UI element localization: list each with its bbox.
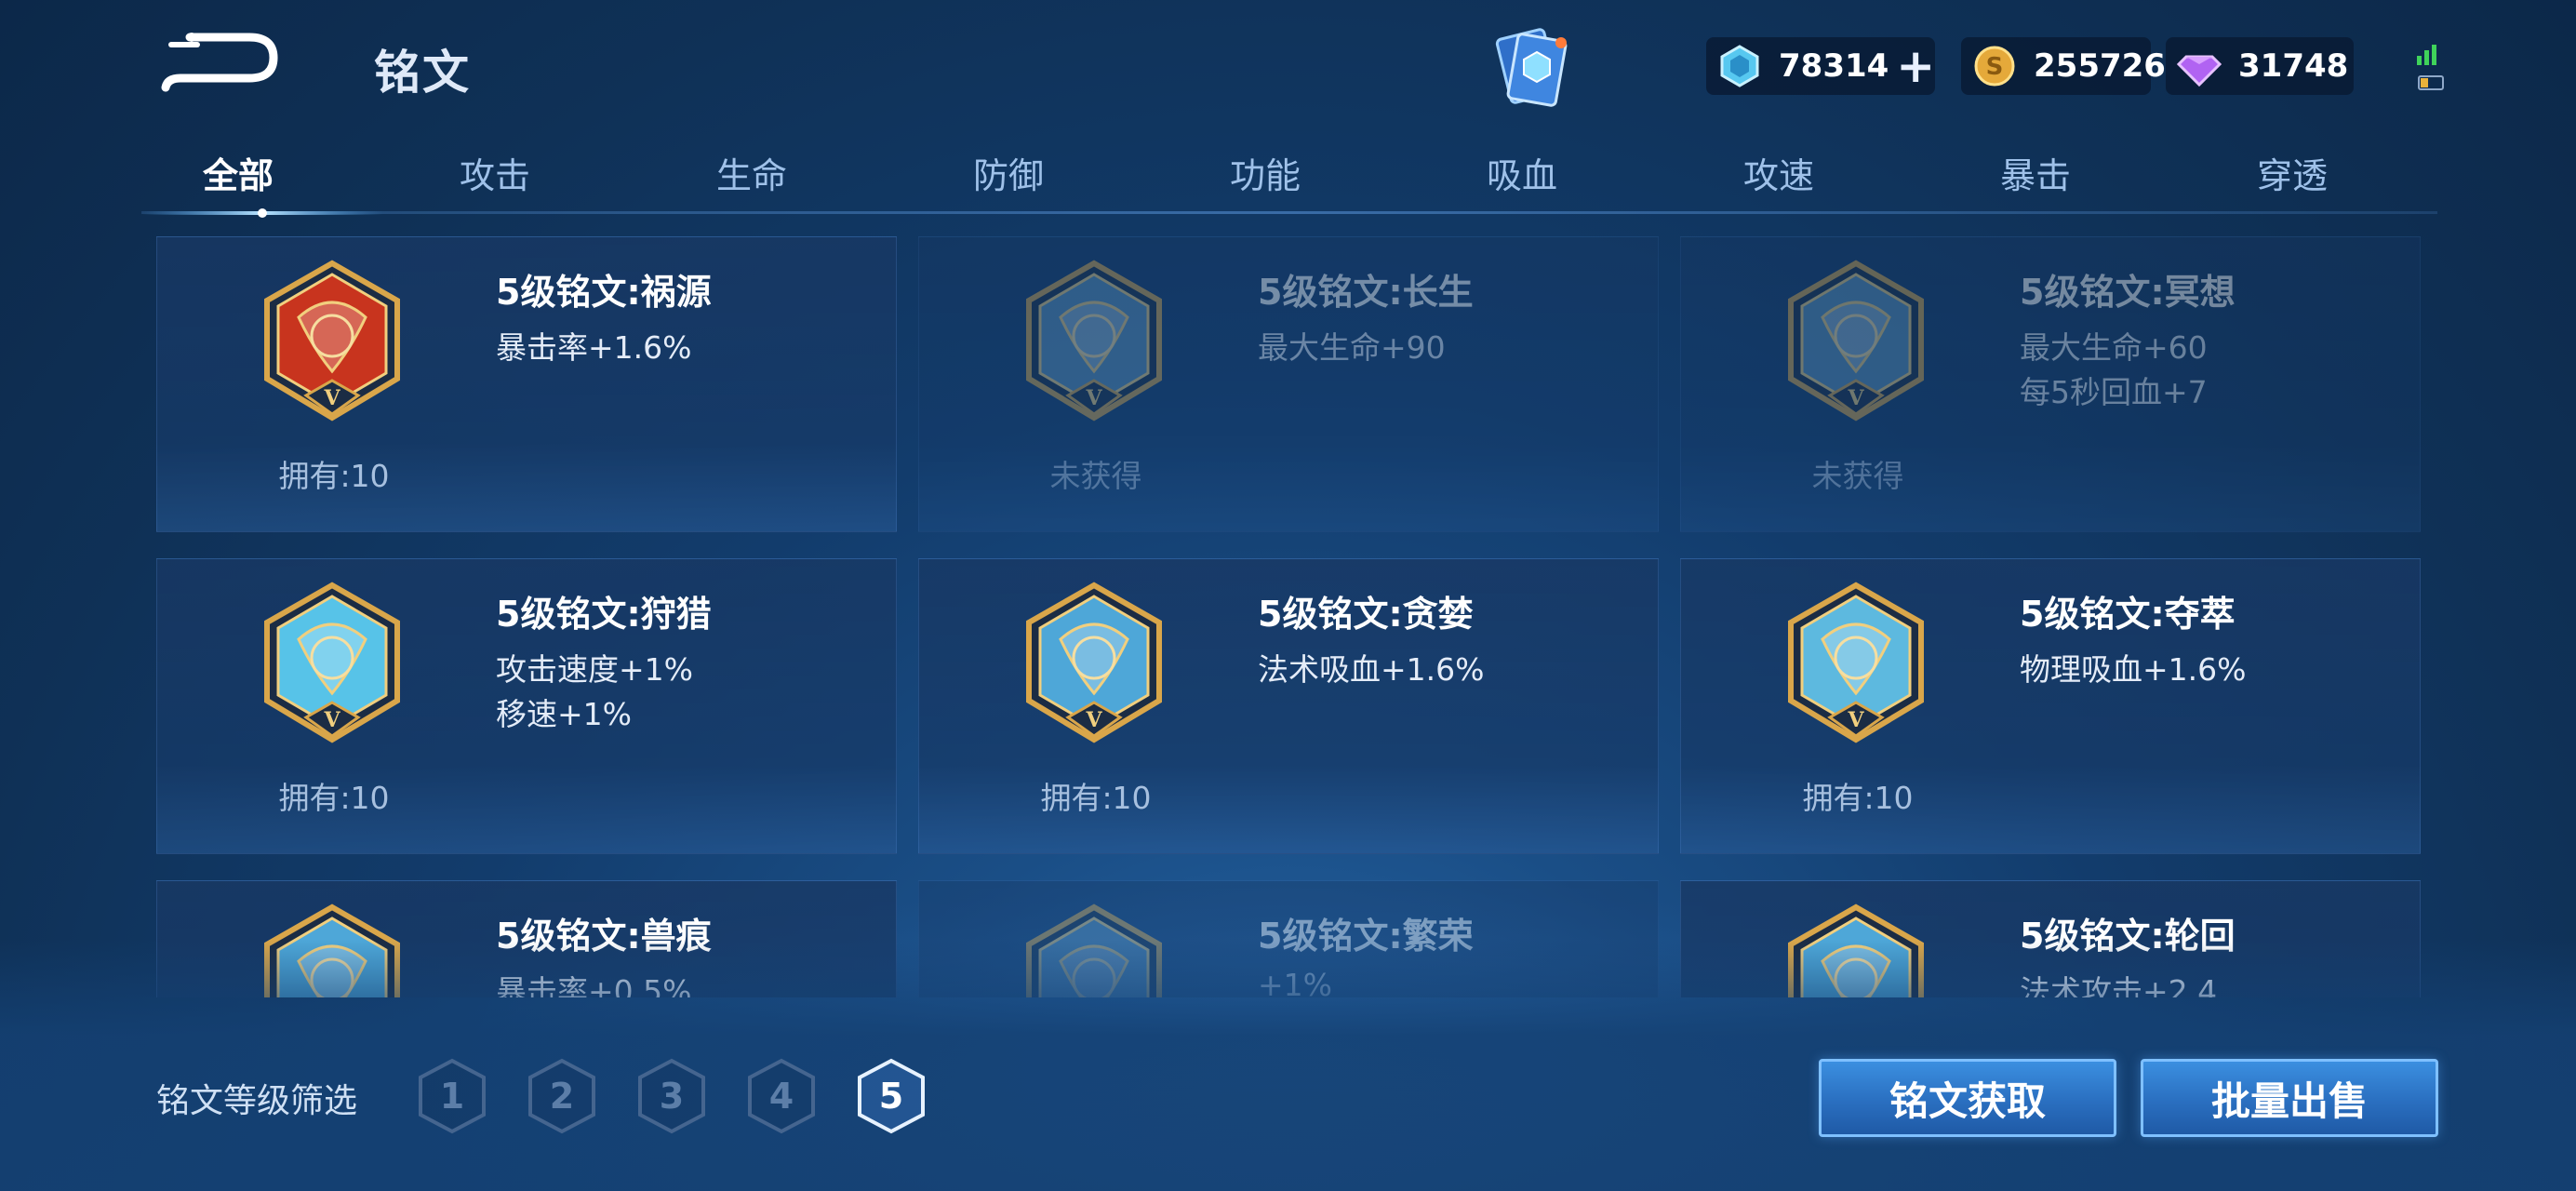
tab-penetration[interactable]: 穿透 — [2209, 147, 2376, 198]
inscription-stat: 物理吸血+1.6% — [2020, 651, 2247, 688]
inscription-name: 5级铭文:夺萃 — [2020, 594, 2236, 635]
level-filter-1[interactable]: 1 — [417, 1057, 487, 1135]
svg-text:V: V — [1847, 386, 1864, 410]
gold-coin-icon: S — [1972, 44, 2017, 88]
inscription-name: 5级铭文:狩猎 — [496, 594, 712, 635]
inscription-name: 5级铭文:贪婪 — [1258, 594, 1474, 635]
tab-critical[interactable]: 暴击 — [1952, 147, 2119, 198]
inscription-card-shouhen[interactable]: V 5级铭文:兽痕暴击率+0.5% — [156, 880, 897, 997]
tab-divider — [141, 211, 2437, 214]
gem-count: 31748 — [2238, 47, 2349, 85]
level-filter-4[interactable]: 4 — [746, 1057, 817, 1135]
diamond-icon — [1717, 44, 1762, 88]
inscription-badge-icon: V — [1026, 903, 1162, 997]
svg-text:V: V — [1085, 708, 1102, 732]
inscription-stat: 法术吸血+1.6% — [1258, 651, 1485, 688]
owned-count: 拥有:10 — [278, 780, 390, 816]
page-title: 铭文 — [374, 46, 471, 100]
svg-text:V: V — [1847, 708, 1864, 732]
inscription-card-fanrong[interactable]: V 5级铭文:繁荣 +1% — [918, 880, 1659, 997]
tab-all[interactable]: 全部 — [154, 147, 322, 198]
level-filter-label: 4 — [768, 1076, 794, 1117]
owned-count: 未获得 — [1811, 458, 1904, 494]
inscription-card-mingxiang[interactable]: V 5级铭文:冥想最大生命+60 每5秒回血+7 未获得 — [1680, 236, 2421, 532]
diamond-balance: 78314 + — [1706, 37, 1935, 95]
gem-balance: 31748 — [2166, 37, 2354, 95]
level-filter-5[interactable]: 5 — [856, 1057, 927, 1135]
tab-defense[interactable]: 防御 — [925, 147, 1092, 198]
tab-utility[interactable]: 功能 — [1181, 147, 1349, 198]
inscription-stat: 最大生命+90 — [1258, 329, 1446, 366]
bulk-sell-button[interactable]: 批量出售 — [2141, 1059, 2438, 1137]
svg-text:V: V — [323, 708, 340, 732]
inscription-stat: 暴击率+1.6% — [496, 329, 692, 366]
gold-count: 255726 — [2034, 47, 2166, 85]
inscription-name: 5级铭文:长生 — [1258, 272, 1474, 313]
inscription-name: 5级铭文:祸源 — [496, 272, 712, 313]
inscription-name: 5级铭文:兽痕 — [496, 916, 712, 957]
inscription-badge-icon: V — [264, 260, 400, 422]
inscription-card-huoyuan[interactable]: V 5级铭文:祸源暴击率+1.6% 拥有:10 — [156, 236, 897, 532]
inscription-card-tanlan[interactable]: V 5级铭文:贪婪法术吸血+1.6% 拥有:10 — [918, 558, 1659, 854]
inscription-card-lunhui[interactable]: V 5级铭文:轮回法术攻击+2.4 — [1680, 880, 2421, 997]
inscription-card-duocui[interactable]: V 5级铭文:夺萃物理吸血+1.6% 拥有:10 — [1680, 558, 2421, 854]
svg-text:V: V — [1085, 386, 1102, 410]
inscription-card-changsheng[interactable]: V 5级铭文:长生最大生命+90 未获得 — [918, 236, 1659, 532]
add-diamond-button[interactable]: + — [1896, 43, 1935, 89]
inscription-badge-icon: V — [1026, 260, 1162, 422]
svg-text:V: V — [323, 386, 340, 410]
owned-count: 拥有:10 — [1802, 780, 1914, 816]
inscription-stat: 移速+1% — [496, 696, 633, 732]
owned-count: 拥有:10 — [278, 458, 390, 494]
tab-lifesteal[interactable]: 吸血 — [1438, 147, 1606, 198]
inscription-badge-icon: V — [264, 582, 400, 743]
inscription-name: 5级铭文:轮回 — [2020, 916, 2236, 957]
tab-health[interactable]: 生命 — [668, 147, 835, 198]
tab-attack[interactable]: 攻击 — [411, 147, 579, 198]
inscription-stat: +1% — [1258, 967, 1333, 997]
level-filter-3[interactable]: 3 — [636, 1057, 707, 1135]
inscription-stat: 法术攻击+2.4 — [2020, 973, 2218, 997]
level-filter-label: 1 — [439, 1076, 465, 1117]
owned-count: 未获得 — [1049, 458, 1142, 494]
owned-count: 拥有:10 — [1040, 780, 1152, 816]
active-tab-indicator — [141, 208, 383, 218]
inscription-stat: 暴击率+0.5% — [496, 973, 692, 997]
inscription-badge-icon: V — [1026, 582, 1162, 743]
inscription-stat: 攻击速度+1% — [496, 651, 694, 688]
level-filter-2[interactable]: 2 — [527, 1057, 597, 1135]
back-arrow-icon[interactable] — [160, 28, 281, 102]
inscription-grid: V 5级铭文:祸源 暴击率+1.6% 拥有:10 V 5级铭文:长生 最大生命+90 未获得 V… — [156, 236, 2421, 997]
inscription-stat: 最大生命+60 — [2020, 329, 2208, 366]
level-filter-label: 5 — [878, 1076, 904, 1117]
category-tabs: 全部 攻击 生命 防御 功能 吸血 攻速 暴击 穿透 — [141, 140, 2437, 218]
svg-text:S: S — [1986, 53, 2004, 81]
inscription-badge-icon: V — [1788, 260, 1924, 422]
inscription-name: 5级铭文:冥想 — [2020, 272, 2236, 313]
inscription-stat: 每5秒回血+7 — [2020, 374, 2208, 410]
tab-attack-speed[interactable]: 攻速 — [1695, 147, 1862, 198]
gold-balance: S 255726 — [1961, 37, 2166, 95]
inscription-card-shoulie[interactable]: V 5级铭文:狩猎攻击速度+1% 移速+1% 拥有:10 — [156, 558, 897, 854]
level-filter-label: 3 — [659, 1076, 685, 1117]
level-filter-label: 铭文等级筛选 — [156, 1082, 358, 1120]
diamond-count: 78314 — [1779, 47, 1889, 85]
signal-battery-icon — [2417, 45, 2444, 90]
inscription-badge-icon: V — [1788, 903, 1924, 997]
get-inscription-button[interactable]: 铭文获取 — [1819, 1059, 2116, 1137]
level-filter-label: 2 — [549, 1076, 575, 1117]
inscription-name: 5级铭文:繁荣 — [1258, 916, 1474, 957]
inscription-badge-icon: V — [264, 903, 400, 997]
inscription-card-icon[interactable] — [1487, 26, 1576, 112]
inscription-badge-icon: V — [1788, 582, 1924, 743]
purple-gem-icon — [2177, 44, 2222, 88]
